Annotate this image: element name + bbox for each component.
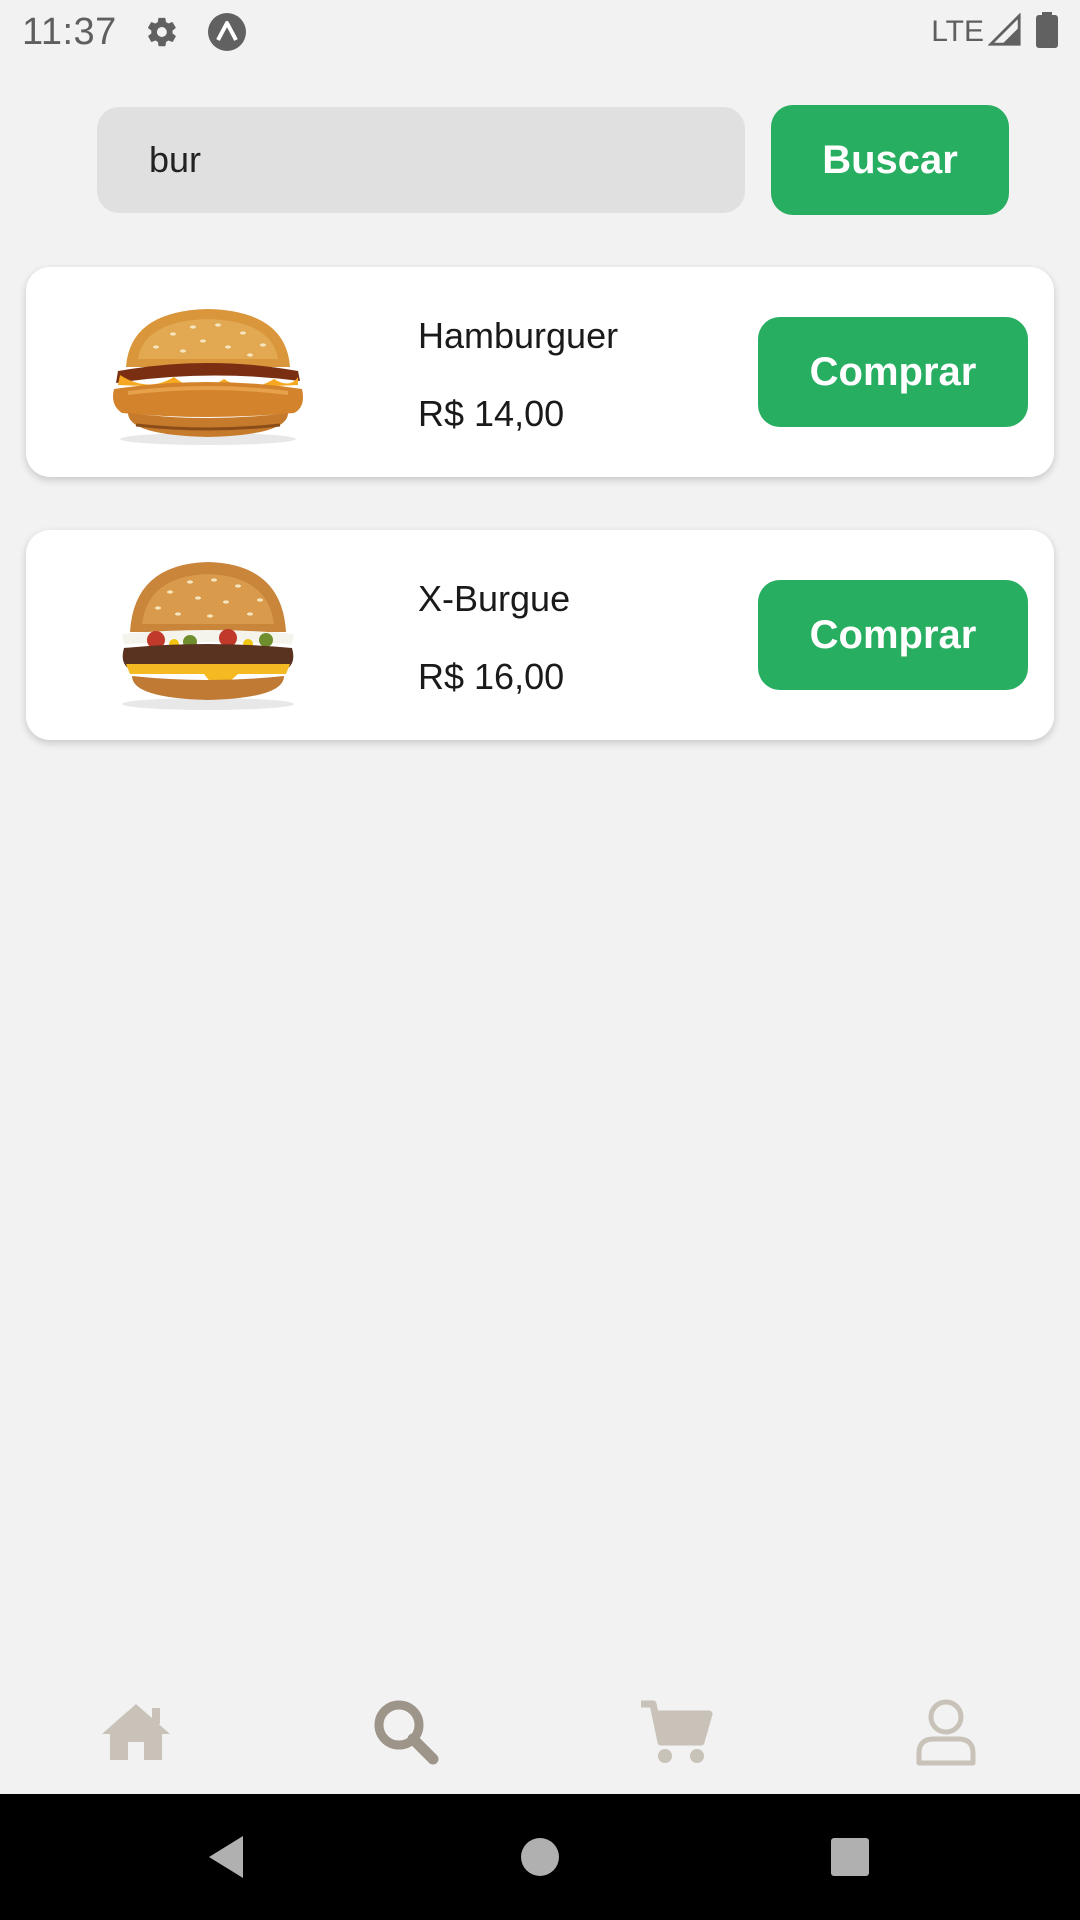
- product-card: Hamburguer R$ 14,00 Comprar: [26, 267, 1054, 477]
- screen: 11:37 LTE bur Buscar Hamburguer R$ 14,00…: [0, 0, 1080, 1920]
- product-price: R$ 16,00: [418, 656, 565, 697]
- system-nav-bar: [0, 1794, 1080, 1920]
- app-logo-icon: [207, 12, 247, 52]
- signal-icon: [987, 11, 1022, 52]
- home-icon[interactable]: [96, 1692, 176, 1772]
- cart-icon[interactable]: [636, 1692, 716, 1772]
- recents-icon[interactable]: [815, 1822, 885, 1892]
- back-icon[interactable]: [190, 1822, 260, 1892]
- settings-gear-icon: [145, 15, 179, 49]
- product-card: X-Burgue R$ 16,00 Comprar: [26, 530, 1054, 740]
- product-name: Hamburguer: [418, 315, 619, 356]
- status-right: LTE: [931, 11, 1080, 53]
- buy-button[interactable]: Comprar: [758, 317, 1028, 427]
- search-input[interactable]: [97, 107, 745, 213]
- status-time: 11:37: [22, 10, 117, 53]
- search-button[interactable]: Buscar: [771, 105, 1009, 215]
- status-bar: 11:37 LTE: [0, 0, 1080, 64]
- profile-icon[interactable]: [906, 1692, 986, 1772]
- cheeseburger-image: [78, 552, 338, 718]
- network-type: LTE: [931, 15, 984, 48]
- status-left: 11:37: [0, 11, 247, 54]
- product-price: R$ 14,00: [418, 393, 565, 434]
- bottom-nav: [0, 1660, 1080, 1794]
- chicken-burger-image: [78, 289, 338, 455]
- buy-button[interactable]: Comprar: [758, 580, 1028, 690]
- home-circle-icon[interactable]: [505, 1822, 575, 1892]
- product-name: X-Burgue: [418, 578, 571, 619]
- battery-icon: [1036, 11, 1058, 53]
- search-icon[interactable]: [366, 1692, 446, 1772]
